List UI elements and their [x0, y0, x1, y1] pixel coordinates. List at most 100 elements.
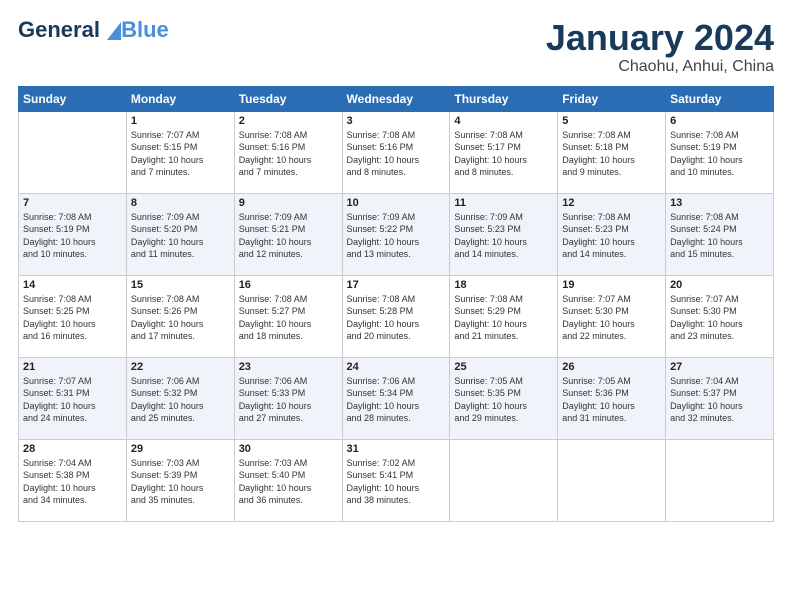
day-info: Sunrise: 7:08 AM Sunset: 5:16 PM Dayligh…: [239, 129, 338, 179]
column-header-friday: Friday: [558, 86, 666, 111]
calendar-cell: 10 Sunrise: 7:09 AM Sunset: 5:22 PM Dayli…: [342, 193, 450, 275]
calendar-cell: 23Sunrise: 7:06 AM Sunset: 5:33 PM Dayli…: [234, 357, 342, 439]
calendar-cell: 24 Sunrise: 7:06 AM Sunset: 5:34 PM Dayli…: [342, 357, 450, 439]
day-info: Sunrise: 7:09 AM Sunset: 5:23 PM Dayligh…: [454, 211, 553, 261]
calendar-cell: [666, 439, 774, 521]
calendar-cell: [450, 439, 558, 521]
day-number: 17: [347, 279, 446, 291]
day-number: 16: [239, 279, 338, 291]
calendar-cell: 28 Sunrise: 7:04 AM Sunset: 5:38 PM Dayli…: [19, 439, 127, 521]
calendar-cell: 2 Sunrise: 7:08 AM Sunset: 5:16 PM Daylig…: [234, 111, 342, 193]
day-number: 9: [239, 197, 338, 209]
calendar-cell: 6 Sunrise: 7:08 AM Sunset: 5:19 PM Daylig…: [666, 111, 774, 193]
logo-triangle-icon: [107, 22, 121, 40]
day-number: 5: [562, 115, 661, 127]
day-number: 6: [670, 115, 769, 127]
day-info: Sunrise: 7:07 AM Sunset: 5:30 PM Dayligh…: [562, 293, 661, 343]
column-header-thursday: Thursday: [450, 86, 558, 111]
header: General Blue January 2024 Chaohu, Anhui,…: [18, 18, 774, 76]
day-info: Sunrise: 7:07 AM Sunset: 5:30 PM Dayligh…: [670, 293, 769, 343]
calendar-cell: 31 Sunrise: 7:02 AM Sunset: 5:41 PM Dayli…: [342, 439, 450, 521]
day-info: Sunrise: 7:04 AM Sunset: 5:37 PM Dayligh…: [670, 375, 769, 425]
calendar-cell: 17 Sunrise: 7:08 AM Sunset: 5:28 PM Dayli…: [342, 275, 450, 357]
calendar-cell: 3Sunrise: 7:08 AM Sunset: 5:16 PM Daylig…: [342, 111, 450, 193]
day-info: Sunrise: 7:08 AM Sunset: 5:24 PM Dayligh…: [670, 211, 769, 261]
day-number: 19: [562, 279, 661, 291]
day-number: 15: [131, 279, 230, 291]
calendar-cell: 25 Sunrise: 7:05 AM Sunset: 5:35 PM Dayli…: [450, 357, 558, 439]
column-header-tuesday: Tuesday: [234, 86, 342, 111]
calendar-cell: 20 Sunrise: 7:07 AM Sunset: 5:30 PM Dayli…: [666, 275, 774, 357]
day-info: Sunrise: 7:05 AM Sunset: 5:35 PM Dayligh…: [454, 375, 553, 425]
column-header-sunday: Sunday: [19, 86, 127, 111]
day-number: 18: [454, 279, 553, 291]
calendar-title: January 2024: [546, 18, 774, 58]
day-info: Sunrise: 7:06 AM Sunset: 5:34 PM Dayligh…: [347, 375, 446, 425]
day-info: Sunrise: 7:03 AM Sunset: 5:40 PM Dayligh…: [239, 457, 338, 507]
day-number: 1: [131, 115, 230, 127]
calendar-cell: 4Sunrise: 7:08 AM Sunset: 5:17 PM Daylig…: [450, 111, 558, 193]
day-info: Sunrise: 7:08 AM Sunset: 5:28 PM Dayligh…: [347, 293, 446, 343]
header-row: SundayMondayTuesdayWednesdayThursdayFrid…: [19, 86, 774, 111]
calendar-cell: 21 Sunrise: 7:07 AM Sunset: 5:31 PM Dayli…: [19, 357, 127, 439]
calendar-cell: 18 Sunrise: 7:08 AM Sunset: 5:29 PM Dayli…: [450, 275, 558, 357]
calendar-cell: 13Sunrise: 7:08 AM Sunset: 5:24 PM Dayli…: [666, 193, 774, 275]
logo: General Blue: [18, 18, 169, 42]
calendar-cell: 5 Sunrise: 7:08 AM Sunset: 5:18 PM Daylig…: [558, 111, 666, 193]
day-info: Sunrise: 7:08 AM Sunset: 5:18 PM Dayligh…: [562, 129, 661, 179]
day-info: Sunrise: 7:08 AM Sunset: 5:26 PM Dayligh…: [131, 293, 230, 343]
logo-blue: Blue: [100, 17, 169, 42]
day-number: 21: [23, 361, 122, 373]
day-info: Sunrise: 7:04 AM Sunset: 5:38 PM Dayligh…: [23, 457, 122, 507]
day-number: 29: [131, 443, 230, 455]
day-number: 27: [670, 361, 769, 373]
day-info: Sunrise: 7:07 AM Sunset: 5:15 PM Dayligh…: [131, 129, 230, 179]
calendar-cell: 8 Sunrise: 7:09 AM Sunset: 5:20 PM Daylig…: [126, 193, 234, 275]
day-number: 26: [562, 361, 661, 373]
day-info: Sunrise: 7:05 AM Sunset: 5:36 PM Dayligh…: [562, 375, 661, 425]
day-number: 11: [454, 197, 553, 209]
day-number: 30: [239, 443, 338, 455]
day-number: 2: [239, 115, 338, 127]
calendar-cell: 16 Sunrise: 7:08 AM Sunset: 5:27 PM Dayli…: [234, 275, 342, 357]
day-info: Sunrise: 7:07 AM Sunset: 5:31 PM Dayligh…: [23, 375, 122, 425]
day-number: 28: [23, 443, 122, 455]
day-number: 8: [131, 197, 230, 209]
column-header-wednesday: Wednesday: [342, 86, 450, 111]
calendar-cell: 9 Sunrise: 7:09 AM Sunset: 5:21 PM Daylig…: [234, 193, 342, 275]
day-info: Sunrise: 7:06 AM Sunset: 5:32 PM Dayligh…: [131, 375, 230, 425]
day-number: 14: [23, 279, 122, 291]
day-number: 24: [347, 361, 446, 373]
day-number: 12: [562, 197, 661, 209]
day-info: Sunrise: 7:02 AM Sunset: 5:41 PM Dayligh…: [347, 457, 446, 507]
day-info: Sunrise: 7:09 AM Sunset: 5:22 PM Dayligh…: [347, 211, 446, 261]
calendar-cell: 30 Sunrise: 7:03 AM Sunset: 5:40 PM Dayli…: [234, 439, 342, 521]
week-row-1: 1 Sunrise: 7:07 AM Sunset: 5:15 PM Daylig…: [19, 111, 774, 193]
day-number: 20: [670, 279, 769, 291]
title-block: January 2024 Chaohu, Anhui, China: [546, 18, 774, 76]
week-row-3: 14 Sunrise: 7:08 AM Sunset: 5:25 PM Dayli…: [19, 275, 774, 357]
day-info: Sunrise: 7:09 AM Sunset: 5:21 PM Dayligh…: [239, 211, 338, 261]
day-number: 23: [239, 361, 338, 373]
logo-blue-text: Blue: [121, 17, 169, 42]
day-number: 25: [454, 361, 553, 373]
day-number: 31: [347, 443, 446, 455]
calendar-cell: [558, 439, 666, 521]
day-info: Sunrise: 7:09 AM Sunset: 5:20 PM Dayligh…: [131, 211, 230, 261]
day-number: 10: [347, 197, 446, 209]
day-info: Sunrise: 7:08 AM Sunset: 5:29 PM Dayligh…: [454, 293, 553, 343]
day-info: Sunrise: 7:08 AM Sunset: 5:19 PM Dayligh…: [670, 129, 769, 179]
day-info: Sunrise: 7:08 AM Sunset: 5:25 PM Dayligh…: [23, 293, 122, 343]
calendar-subtitle: Chaohu, Anhui, China: [546, 58, 774, 76]
calendar-cell: 12Sunrise: 7:08 AM Sunset: 5:23 PM Dayli…: [558, 193, 666, 275]
calendar-cell: 27 Sunrise: 7:04 AM Sunset: 5:37 PM Dayli…: [666, 357, 774, 439]
week-row-4: 21 Sunrise: 7:07 AM Sunset: 5:31 PM Dayli…: [19, 357, 774, 439]
calendar-cell: 22Sunrise: 7:06 AM Sunset: 5:32 PM Dayli…: [126, 357, 234, 439]
calendar-cell: 11 Sunrise: 7:09 AM Sunset: 5:23 PM Dayli…: [450, 193, 558, 275]
day-number: 4: [454, 115, 553, 127]
day-info: Sunrise: 7:03 AM Sunset: 5:39 PM Dayligh…: [131, 457, 230, 507]
day-info: Sunrise: 7:08 AM Sunset: 5:27 PM Dayligh…: [239, 293, 338, 343]
column-header-saturday: Saturday: [666, 86, 774, 111]
day-number: 7: [23, 197, 122, 209]
calendar-cell: 1 Sunrise: 7:07 AM Sunset: 5:15 PM Daylig…: [126, 111, 234, 193]
